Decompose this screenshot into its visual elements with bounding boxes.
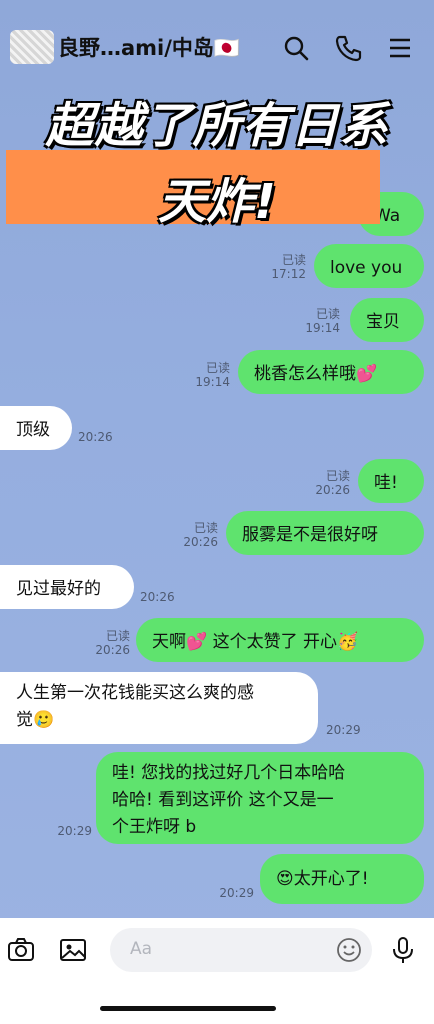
composer-bar: Aa (0, 918, 434, 1024)
overlay-caption-line1: 超越了所有日系 (45, 98, 389, 154)
message-bubble-out[interactable]: love you (314, 244, 424, 288)
message-bubble-out[interactable]: 桃香怎么样哦💕 (238, 350, 424, 394)
read-receipt: 已读 (205, 361, 230, 375)
overlay-caption-line2: 天炸! (158, 174, 276, 230)
message-text: 天啊 (152, 632, 186, 652)
read-receipt: 已读 (193, 521, 218, 535)
timestamp: 20:26 (140, 590, 175, 604)
message-text: 见过最好的 (16, 579, 101, 599)
message-meta: 20:26 (78, 430, 113, 444)
message-meta: 20:29 (216, 886, 254, 900)
image-icon[interactable] (58, 935, 88, 965)
timestamp: 20:26 (183, 535, 218, 549)
message-meta: 已读 20:26 (314, 469, 350, 497)
message-text: 桃香怎么样哦 (254, 364, 356, 384)
heart-eyes-emoji: 😍 (276, 869, 294, 889)
tearful-smile-emoji: 🥲 (33, 710, 55, 730)
message-text: 服雾是不是很好呀 (242, 525, 378, 545)
phone-icon[interactable] (334, 34, 362, 62)
message-input[interactable]: Aa (110, 928, 372, 972)
home-indicator (100, 1006, 276, 1011)
emoji-icon[interactable] (336, 937, 362, 963)
message-text-line: 哈哈! 看到这评价 这个又是一 (112, 790, 334, 810)
message-meta: 20:26 (140, 590, 175, 604)
avatar[interactable] (10, 30, 54, 64)
read-receipt: 已读 (281, 253, 306, 267)
chat-header: 良野…ami/中岛🇯🇵 (0, 0, 434, 92)
read-receipt: 已读 (325, 469, 350, 483)
message-text: 宝贝 (366, 312, 400, 332)
timestamp: 20:26 (315, 483, 350, 497)
timestamp: 20:29 (326, 723, 361, 737)
message-text-line: 觉 (16, 710, 33, 730)
two-hearts-emoji: 💕 (186, 632, 208, 652)
message-meta: 已读 19:14 (304, 307, 340, 335)
microphone-icon[interactable] (388, 935, 418, 965)
read-receipt: 已读 (105, 629, 130, 643)
message-bubble-in[interactable]: 顶级 (0, 406, 72, 450)
timestamp: 20:29 (57, 824, 92, 838)
message-text-line: 个王炸呀 b (112, 817, 197, 837)
message-meta: 20:29 (54, 824, 92, 838)
timestamp: 19:14 (195, 375, 230, 389)
message-text: love you (330, 258, 403, 278)
message-bubble-in[interactable]: 人生第一次花钱能买这么爽的感 觉🥲 (0, 672, 318, 744)
message-bubble-out[interactable]: 😍太开心了! (260, 854, 424, 904)
message-text: 顶级 (16, 420, 50, 440)
message-bubble-out[interactable]: 哇! 您找的找过好几个日本哈哈 哈哈! 看到这评价 这个又是一 个王炸呀 b (96, 752, 424, 844)
message-meta: 已读 17:12 (270, 253, 306, 281)
timestamp: 17:12 (271, 267, 306, 281)
message-meta: 已读 19:14 (194, 361, 230, 389)
timestamp: 20:26 (95, 643, 130, 657)
message-text-line: 哇! 您找的找过好几个日本哈哈 (112, 763, 346, 783)
message-meta: 已读 20:26 (92, 629, 130, 657)
timestamp: 20:29 (219, 886, 254, 900)
read-receipt: 已读 (315, 307, 340, 321)
message-bubble-in[interactable]: 见过最好的 (0, 565, 134, 609)
camera-icon[interactable] (6, 935, 36, 965)
message-text-line: 人生第一次花钱能买这么爽的感 (16, 683, 254, 703)
message-meta: 已读 20:26 (180, 521, 218, 549)
message-meta: 20:29 (326, 723, 361, 737)
two-hearts-emoji: 💕 (356, 364, 378, 384)
chat-title[interactable]: 良野…ami/中岛🇯🇵 (58, 32, 240, 62)
message-text: 太开心了! (293, 869, 369, 889)
message-bubble-out[interactable]: 哇! (358, 459, 424, 503)
input-placeholder: Aa (130, 939, 153, 959)
timestamp: 19:14 (305, 321, 340, 335)
timestamp: 20:26 (78, 430, 113, 444)
menu-icon[interactable] (386, 34, 414, 62)
message-bubble-out[interactable]: 天啊💕 这个太赞了 开心🥳 (136, 618, 424, 662)
message-bubble-out[interactable]: 宝贝 (350, 298, 424, 342)
message-bubble-out[interactable]: 服雾是不是很好呀 (226, 511, 424, 555)
message-text: 这个太赞了 开心 (207, 632, 337, 652)
search-icon[interactable] (282, 34, 310, 62)
message-text: 哇! (374, 473, 398, 493)
party-face-emoji: 🥳 (336, 632, 359, 652)
